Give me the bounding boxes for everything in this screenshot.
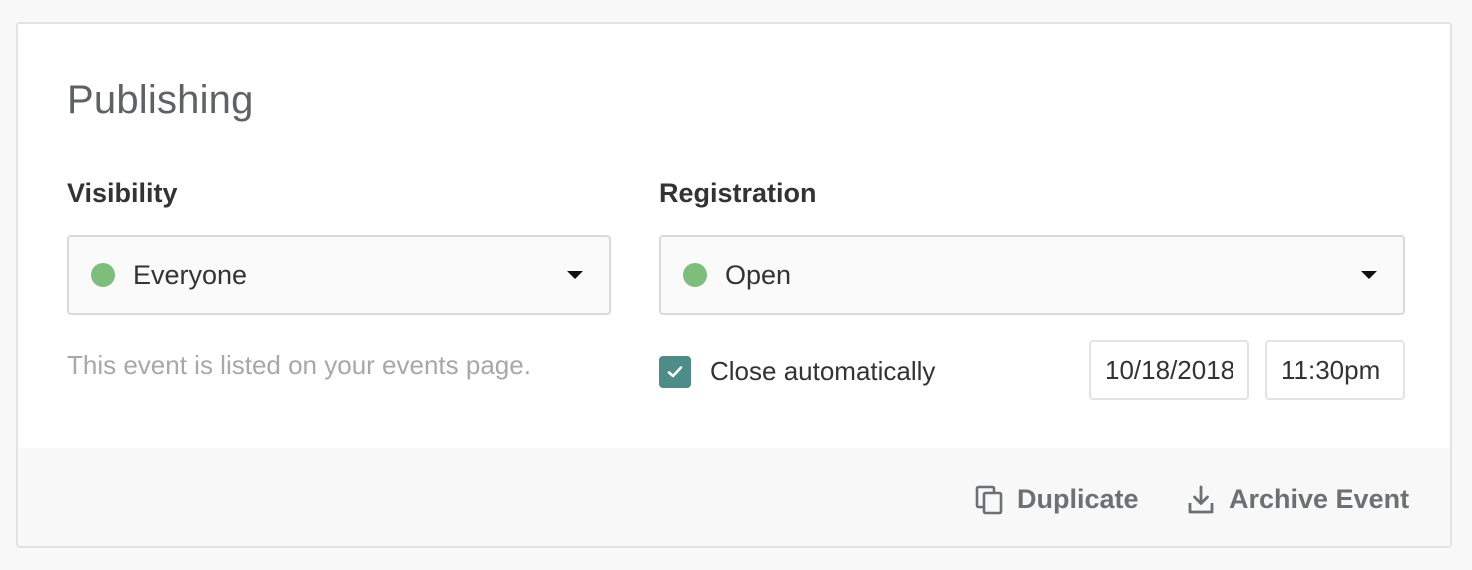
duplicate-label: Duplicate	[1017, 484, 1139, 514]
visibility-label: Visibility	[67, 178, 178, 208]
registration-label: Registration	[659, 178, 817, 208]
archive-event-label: Archive Event	[1229, 484, 1410, 514]
checkmark-icon	[667, 366, 683, 378]
download-icon	[1188, 485, 1214, 513]
visibility-select[interactable]: Everyone	[67, 235, 611, 315]
section-title: Publishing	[67, 78, 254, 122]
registration-select-value: Open	[725, 259, 792, 290]
registration-select[interactable]: Open	[659, 235, 1405, 315]
close-automatically-label[interactable]: Close automatically	[710, 356, 935, 387]
visibility-select-value: Everyone	[133, 259, 248, 290]
close-date-input[interactable]	[1089, 340, 1249, 400]
archive-event-button[interactable]: Archive Event	[1187, 484, 1409, 515]
chevron-down-icon	[1361, 271, 1377, 279]
chevron-down-icon	[567, 271, 583, 279]
visibility-helper-text: This event is listed on your events page…	[67, 350, 531, 380]
close-automatically-checkbox[interactable]	[659, 356, 691, 388]
duplicate-icon	[975, 485, 1003, 514]
publishing-card: Publishing Visibility Everyone This even…	[16, 22, 1452, 548]
registration-status-dot	[683, 263, 707, 287]
close-time-input[interactable]	[1265, 340, 1405, 400]
visibility-status-dot	[91, 263, 115, 287]
duplicate-button[interactable]: Duplicate	[975, 484, 1139, 515]
